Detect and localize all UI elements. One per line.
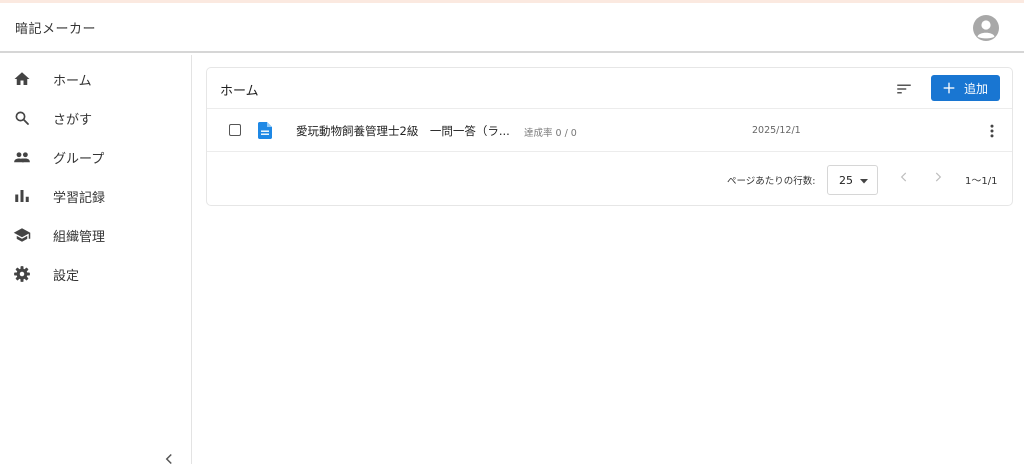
sidebar-item-label: 組織管理 (53, 230, 106, 245)
sidebar-item-search[interactable]: さがす (0, 100, 191, 136)
sidebar-item-home[interactable]: ホーム (0, 61, 191, 97)
sort-icon[interactable] (895, 80, 913, 98)
card-header: ホーム 追加 (207, 68, 1012, 109)
list-item[interactable]: 愛玩動物飼養管理士2級 一問一答（ラ... 達成率 0 / 0 2025/12/… (207, 109, 1012, 152)
sidebar-item-groups[interactable]: グループ (0, 139, 191, 175)
pagination: ページあたりの行数: 25 1〜1/1 (207, 152, 1012, 206)
main-content: ホーム 追加 愛玩動物飼養管理士2級 一問一答（ラ... 達成率 0 / 0 2… (193, 55, 1024, 464)
caret-down-icon (860, 179, 868, 184)
search-icon (15, 111, 29, 125)
home-icon (14, 72, 30, 85)
add-button-label: 追加 (964, 82, 989, 96)
gear-icon (14, 266, 30, 282)
chevron-left-icon[interactable] (160, 450, 178, 464)
sidebar-item-settings[interactable]: 設定 (0, 256, 191, 292)
group-icon (14, 152, 30, 163)
item-progress: 達成率 0 / 0 (524, 128, 577, 139)
bar-chart-icon (15, 190, 29, 202)
sidebar-item-label: さがす (53, 113, 93, 128)
app-title: 暗記メーカー (15, 22, 97, 37)
school-icon (13, 228, 31, 242)
rows-per-page-select[interactable]: 25 (827, 165, 878, 195)
sidebar-item-label: ホーム (53, 74, 92, 89)
sidebar-item-label: 設定 (53, 269, 80, 284)
row-checkbox[interactable] (229, 124, 241, 136)
plus-icon (943, 82, 955, 94)
item-title[interactable]: 愛玩動物飼養管理士2級 一問一答（ラ... (296, 123, 510, 139)
account-avatar[interactable] (973, 15, 999, 41)
rows-per-page-label: ページあたりの行数: (727, 176, 816, 187)
sidebar-item-label: 学習記録 (53, 191, 106, 206)
sidebar-item-learning-records[interactable]: 学習記録 (0, 178, 191, 214)
chevron-right-icon[interactable] (931, 170, 945, 184)
sidebar: ホーム さがす グループ 学習記録 組織管理 設定 (0, 55, 192, 464)
item-date: 2025/12/1 (752, 125, 801, 136)
account-circle-icon (977, 20, 995, 39)
sidebar-item-organization[interactable]: 組織管理 (0, 217, 191, 253)
sidebar-item-label: グループ (53, 152, 105, 167)
page-title: ホーム (220, 84, 259, 99)
more-vert-icon[interactable] (983, 122, 1001, 140)
add-button[interactable]: 追加 (931, 75, 1000, 101)
chevron-left-icon[interactable] (897, 170, 911, 184)
app-bar: 暗記メーカー (0, 3, 1024, 53)
rows-per-page-value: 25 (839, 174, 853, 187)
page-range: 1〜1/1 (965, 176, 998, 187)
home-card: ホーム 追加 愛玩動物飼養管理士2級 一問一答（ラ... 達成率 0 / 0 2… (206, 67, 1013, 206)
document-icon (258, 122, 272, 139)
